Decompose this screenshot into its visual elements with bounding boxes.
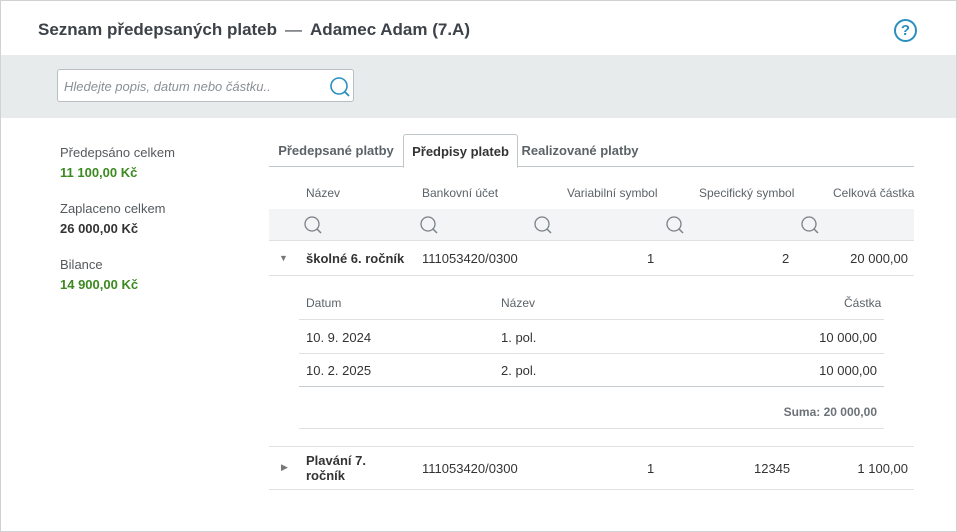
row-variable-symbol: 1: [647, 461, 655, 476]
expand-caret-icon[interactable]: ▶: [281, 462, 288, 473]
detail-sum: Suma: 20 000,00: [783, 405, 877, 419]
search-box: [57, 69, 354, 102]
student-name: Adamec Adam (7.A): [310, 20, 470, 39]
paid-value: 26 000,00 Kč: [60, 221, 139, 236]
filter-variable-symbol-search-icon[interactable]: [533, 215, 553, 235]
filter-name-search-icon[interactable]: [303, 215, 323, 235]
column-header-account[interactable]: Bankovní účet: [422, 186, 498, 200]
row-total: 1 100,00: [857, 461, 908, 476]
summary-balance: Bilance 14 900,00 Kč: [60, 257, 138, 292]
row-specific-symbol: 12345: [754, 461, 791, 476]
filter-total-search-icon[interactable]: [800, 215, 820, 235]
column-header-name[interactable]: Název: [306, 186, 340, 200]
balance-value: 14 900,00 Kč: [60, 277, 139, 292]
column-header-total[interactable]: Celková částka: [833, 186, 914, 200]
detail-name: 1. pol.: [501, 330, 537, 345]
detail-row: 10. 2. 2025 2. pol. 10 000,00: [299, 354, 884, 387]
page-header: Seznam předepsaných plateb — Adamec Adam (…: [1, 1, 956, 55]
detail-amount: 10 000,00: [819, 330, 877, 345]
table-row[interactable]: ▼ školné 6. ročník 111053420/0300 1 2 20…: [269, 242, 914, 276]
detail-header-date: Datum: [306, 296, 342, 310]
balance-label: Bilance: [60, 257, 103, 272]
detail-divider: [299, 428, 884, 429]
title-text: Seznam předepsaných plateb: [38, 20, 278, 39]
filter-specific-symbol-search-icon[interactable]: [665, 215, 685, 235]
row-name: Plavání 7.: [306, 453, 366, 468]
table-row[interactable]: ▶ Plavání 7. ročník 111053420/0300 1 123…: [269, 447, 914, 490]
row-account: 111053420/0300: [422, 251, 518, 266]
page-title: Seznam předepsaných plateb — Adamec Adam (…: [38, 20, 470, 40]
tab-bar: Předepsané platby Předpisy plateb Realiz…: [269, 134, 914, 168]
search-icon[interactable]: [329, 76, 351, 98]
filter-row: [269, 209, 914, 241]
detail-row: 10. 9. 2024 1. pol. 10 000,00: [299, 320, 884, 354]
prescribed-value: 11 100,00 Kč: [60, 165, 138, 180]
prescribed-label: Předepsáno celkem: [60, 145, 175, 160]
collapse-caret-icon[interactable]: ▼: [279, 253, 288, 263]
row-variable-symbol: 1: [647, 251, 655, 266]
row-total: 20 000,00: [850, 251, 908, 266]
detail-divider: [299, 386, 884, 387]
help-icon[interactable]: ?: [894, 19, 917, 42]
search-input[interactable]: [64, 76, 322, 96]
title-separator: —: [285, 20, 303, 39]
paid-label: Zaplaceno celkem: [60, 201, 166, 216]
tab-predpisy-plateb[interactable]: Předpisy plateb: [403, 134, 518, 168]
detail-amount: 10 000,00: [819, 363, 877, 378]
summary-paid: Zaplaceno celkem 26 000,00 Kč: [60, 201, 166, 236]
tab-realizovane-platby[interactable]: Realizované platby: [518, 134, 642, 167]
column-header-specific-symbol[interactable]: Specifický symbol: [699, 186, 794, 200]
row-name: školné 6. ročník: [306, 251, 405, 266]
tab-predepsane-platby[interactable]: Předepsané platby: [269, 134, 403, 167]
detail-name: 2. pol.: [501, 363, 537, 378]
row-name-cont: ročník: [306, 468, 346, 483]
column-header-variable-symbol[interactable]: Variabilní symbol: [567, 186, 657, 200]
summary-prescribed: Předepsáno celkem 11 100,00 Kč: [60, 145, 175, 180]
detail-header-amount: Částka: [844, 296, 882, 310]
filter-account-search-icon[interactable]: [419, 215, 439, 235]
row-account: 111053420/0300: [422, 461, 518, 476]
detail-date: 10. 9. 2024: [306, 330, 372, 345]
search-toolbar: [1, 55, 956, 118]
detail-header-name: Název: [501, 296, 536, 310]
detail-date: 10. 2. 2025: [306, 363, 372, 378]
row-specific-symbol: 2: [782, 251, 790, 266]
